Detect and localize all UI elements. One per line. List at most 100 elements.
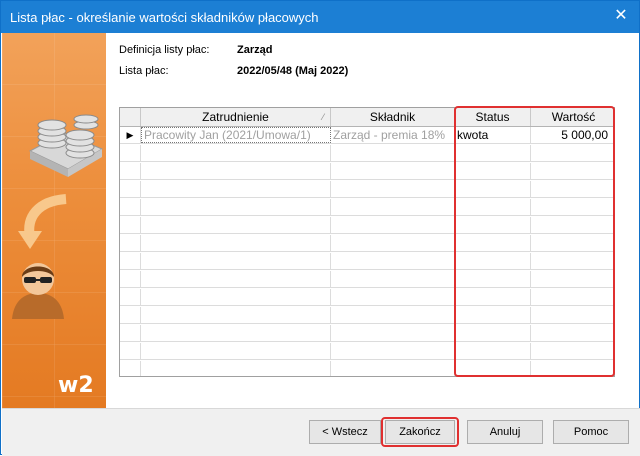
empty-cell [331,163,455,180]
empty-cell [531,181,614,198]
header-employment[interactable]: Zatrudnienie ⁄ [141,108,331,126]
empty-cell [141,343,331,360]
empty-cell [120,163,141,180]
dialog-window: Lista płac - określanie wartości składni… [0,0,640,456]
empty-cell [141,289,331,306]
user-sunglasses-icon [12,263,64,319]
empty-cell [331,145,455,162]
empty-cell [531,235,614,252]
empty-cell [455,181,531,198]
finish-button[interactable]: Zakończ [385,420,455,444]
empty-row [120,199,614,216]
coins-tray-icon [28,114,104,177]
empty-cell [141,235,331,252]
empty-cell [141,199,331,216]
empty-row [120,289,614,306]
empty-cell [455,199,531,216]
empty-cell [455,361,531,376]
empty-row [120,163,614,180]
header-status[interactable]: Status [455,108,531,126]
empty-cell [331,199,455,216]
empty-cell [331,217,455,234]
empty-cell [120,289,141,306]
header-component[interactable]: Składnik [331,108,455,126]
cell-status[interactable]: kwota [455,127,531,144]
empty-cell [120,343,141,360]
empty-cell [531,217,614,234]
empty-cell [141,163,331,180]
sidebar-badge: w2 [58,373,94,398]
list-label: Lista płac: [119,65,169,77]
empty-cell [531,289,614,306]
empty-row [120,307,614,324]
empty-cell [120,199,141,216]
empty-row [120,325,614,342]
empty-cell [455,307,531,324]
empty-row [120,271,614,288]
empty-cell [531,145,614,162]
empty-cell [531,361,614,376]
window-title: Lista płac - określanie wartości składni… [10,10,319,25]
empty-cell [331,343,455,360]
empty-cell [455,271,531,288]
empty-cell [531,271,614,288]
empty-cell [455,145,531,162]
header-indicator-cell [120,108,141,126]
cell-employment[interactable]: Pracowity Jan (2021/Umowa/1) [141,127,331,143]
empty-cell [531,199,614,216]
empty-cell [531,253,614,270]
empty-cell [120,325,141,342]
cell-value[interactable]: 5 000,00 [531,127,614,144]
row-indicator-icon: ▶ [120,127,141,144]
empty-cell [331,253,455,270]
header-value[interactable]: Wartość [531,108,614,126]
close-icon[interactable]: ✕ [609,5,633,27]
empty-row [120,235,614,252]
empty-cell [120,235,141,252]
definition-label: Definicja listy płac: [119,44,210,56]
back-button[interactable]: < Wstecz [309,420,381,444]
empty-cell [331,235,455,252]
help-button[interactable]: Pomoc [553,420,629,444]
definition-value: Zarząd [237,44,273,56]
empty-cell [120,307,141,324]
empty-cell [455,235,531,252]
empty-cell [455,325,531,342]
wizard-sidebar: w2 [2,33,106,408]
title-bar: Lista płac - określanie wartości składni… [1,1,639,33]
empty-cell [455,343,531,360]
empty-cell [331,361,455,376]
empty-cell [141,325,331,342]
list-value: 2022/05/48 (Maj 2022) [237,65,349,77]
empty-cell [120,271,141,288]
empty-cell [141,181,331,198]
grid-header: Zatrudnienie ⁄ Składnik Status Wartość [120,108,614,127]
empty-cell [331,289,455,306]
empty-row [120,361,614,376]
cell-component[interactable]: Zarząd - premia 18% [331,127,455,144]
empty-cell [455,253,531,270]
empty-cell [531,343,614,360]
curved-arrow-icon [18,194,67,249]
sort-icon: ⁄ [322,112,324,122]
empty-cell [141,271,331,288]
empty-cell [120,253,141,270]
empty-cell [141,145,331,162]
empty-cell [120,361,141,376]
empty-row [120,181,614,198]
empty-cell [455,163,531,180]
empty-cell [455,289,531,306]
components-grid[interactable]: Zatrudnienie ⁄ Składnik Status Wartość ▶… [119,107,615,377]
empty-cell [531,163,614,180]
empty-cell [141,217,331,234]
empty-cell [331,307,455,324]
table-row[interactable]: ▶ Pracowity Jan (2021/Umowa/1) Zarząd - … [120,127,614,144]
empty-row [120,145,614,162]
empty-cell [331,325,455,342]
empty-cell [141,253,331,270]
empty-row [120,253,614,270]
empty-cell [455,217,531,234]
empty-cell [120,217,141,234]
cancel-button[interactable]: Anuluj [467,420,543,444]
empty-cell [141,307,331,324]
